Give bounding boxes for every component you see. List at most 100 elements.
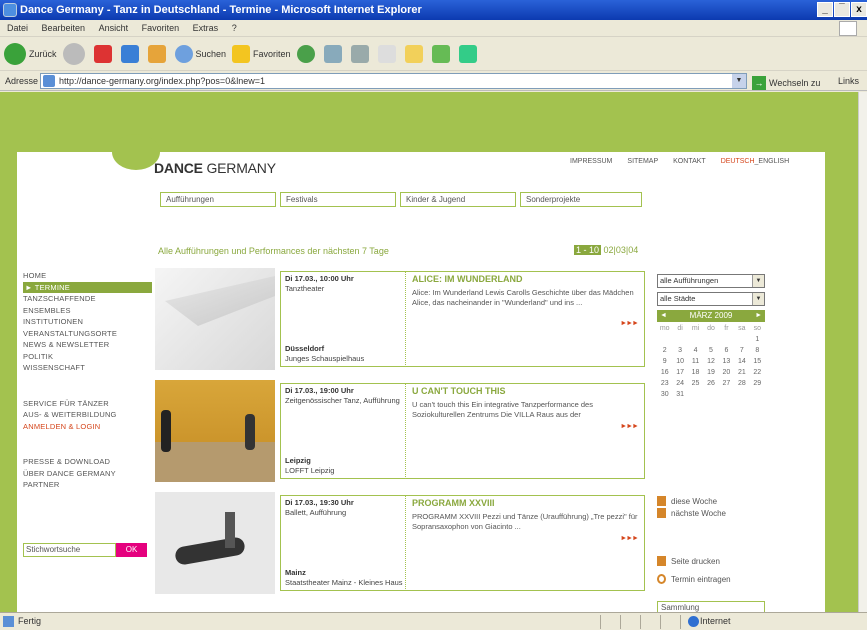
maximize-button[interactable]: ̅ xyxy=(834,2,850,17)
folder-button[interactable] xyxy=(404,44,426,63)
more-arrow-icon[interactable]: ►►► xyxy=(620,422,639,432)
collection-box[interactable]: Sammlung xyxy=(657,601,765,612)
calendar-prev-icon[interactable]: ◄ xyxy=(660,310,667,322)
nav-service[interactable]: SERVICE FÜR TÄNZER xyxy=(23,398,152,410)
calendar-day[interactable]: 16 xyxy=(657,367,672,378)
messenger-button[interactable] xyxy=(458,44,480,63)
calendar-day[interactable]: 20 xyxy=(719,367,734,378)
page-links[interactable]: 02|03|04 xyxy=(604,245,639,255)
calendar-day[interactable]: 27 xyxy=(719,378,734,389)
calendar-day[interactable]: 29 xyxy=(750,378,765,389)
calendar-day[interactable]: 31 xyxy=(672,389,687,400)
tab-festivals[interactable]: Festivals xyxy=(280,192,396,207)
event-venue[interactable]: Staatstheater Mainz - Kleines Haus xyxy=(285,578,403,587)
calendar-day[interactable]: 1 xyxy=(750,334,765,345)
link-impressum[interactable]: IMPRESSUM xyxy=(570,158,612,165)
nav-tanzschaffende[interactable]: TANZSCHAFFENDE xyxy=(23,293,152,305)
search-button[interactable]: Suchen xyxy=(174,44,226,63)
address-dropdown[interactable]: ▼ xyxy=(732,74,746,88)
calendar-day[interactable]: 19 xyxy=(703,367,718,378)
nav-institutionen[interactable]: INSTITUTIONEN xyxy=(23,316,152,328)
menu-ansicht[interactable]: Ansicht xyxy=(99,23,129,33)
nav-wissenschaft[interactable]: WISSENSCHAFT xyxy=(23,362,152,374)
calendar-day[interactable]: 12 xyxy=(703,356,718,367)
edit-button[interactable] xyxy=(377,44,399,63)
event-venue[interactable]: LOFFT Leipzig xyxy=(285,466,334,475)
nav-login[interactable]: ANMELDEN & LOGIN xyxy=(23,421,152,433)
calendar-day[interactable]: 3 xyxy=(672,345,687,356)
event-image[interactable] xyxy=(155,268,275,370)
nav-home[interactable]: HOME xyxy=(23,270,152,282)
calendar-day[interactable]: 26 xyxy=(703,378,718,389)
calendar-day[interactable]: 2 xyxy=(657,345,672,356)
event-title[interactable]: PROGRAMM XXVIII xyxy=(412,498,638,508)
calendar-day[interactable]: 24 xyxy=(672,378,687,389)
nav-partner[interactable]: PARTNER xyxy=(23,479,152,491)
link-next-week[interactable]: nächste Woche xyxy=(657,508,726,519)
calendar-day[interactable]: 5 xyxy=(703,345,718,356)
page-current[interactable]: 1 - 10 xyxy=(574,245,602,255)
nav-presse[interactable]: PRESSE & DOWNLOAD xyxy=(23,456,152,468)
nav-news[interactable]: NEWS & NEWSLETTER xyxy=(23,339,152,351)
calendar-day[interactable]: 30 xyxy=(657,389,672,400)
nav-ueber[interactable]: ÜBER DANCE GERMANY xyxy=(23,468,152,480)
type-filter-select[interactable]: alle Aufführungen ▼ xyxy=(657,274,765,288)
calendar-next-icon[interactable]: ► xyxy=(755,310,762,322)
event-card[interactable]: Di 17.03., 19:30 Uhr Ballett, Aufführung… xyxy=(155,492,645,594)
calendar-day[interactable]: 6 xyxy=(719,345,734,356)
calendar-day[interactable]: 14 xyxy=(734,356,749,367)
mail-button[interactable] xyxy=(323,44,345,63)
calendar-day[interactable]: 23 xyxy=(657,378,672,389)
event-title[interactable]: U CAN'T TOUCH THIS xyxy=(412,386,638,396)
go-button[interactable]: → Wechseln zu xyxy=(752,73,820,93)
menu-datei[interactable]: Datei xyxy=(7,23,28,33)
address-input[interactable]: http://dance-germany.org/index.php?pos=0… xyxy=(40,73,747,89)
home-button[interactable] xyxy=(147,44,169,63)
search-ok-button[interactable]: OK xyxy=(116,543,147,557)
nav-veranstaltungsorte[interactable]: VERANSTALTUNGSORTE xyxy=(23,328,152,340)
menu-bearbeiten[interactable]: Bearbeiten xyxy=(42,23,86,33)
link-kontakt[interactable]: KONTAKT xyxy=(673,158,706,165)
nav-termine[interactable]: ► TERMINE xyxy=(23,281,152,293)
research-button[interactable] xyxy=(431,44,453,63)
history-button[interactable] xyxy=(296,44,318,63)
add-event-link[interactable]: Termin eintragen xyxy=(657,574,731,585)
nav-ensembles[interactable]: ENSEMBLES xyxy=(23,305,152,317)
calendar-day[interactable]: 22 xyxy=(750,367,765,378)
more-arrow-icon[interactable]: ►►► xyxy=(620,534,639,544)
menu-help[interactable]: ? xyxy=(232,23,237,33)
calendar-day[interactable]: 11 xyxy=(688,356,703,367)
site-logo[interactable]: DANCE GERMANY xyxy=(154,160,276,176)
calendar-day[interactable]: 9 xyxy=(657,356,672,367)
lang-deutsch[interactable]: DEUTSCH xyxy=(721,158,755,165)
calendar-day[interactable]: 15 xyxy=(750,356,765,367)
print-button[interactable] xyxy=(350,44,372,63)
favorites-button[interactable]: Favoriten xyxy=(232,44,291,63)
calendar-day[interactable]: 17 xyxy=(672,367,687,378)
calendar-day[interactable]: 28 xyxy=(734,378,749,389)
event-image[interactable] xyxy=(155,380,275,482)
event-title[interactable]: ALICE: IM WUNDERLAND xyxy=(412,274,638,284)
nav-weiterbildung[interactable]: AUS- & WEITERBILDUNG xyxy=(23,409,152,421)
tab-kinder-jugend[interactable]: Kinder & Jugend xyxy=(400,192,516,207)
close-button[interactable]: x xyxy=(851,2,867,17)
event-card[interactable]: Di 17.03., 10:00 Uhr Tanztheater Düsseld… xyxy=(155,268,645,370)
tab-sonderprojekte[interactable]: Sonderprojekte xyxy=(520,192,642,207)
lang-english[interactable]: _ENGLISH xyxy=(755,158,790,165)
event-image[interactable] xyxy=(155,492,275,594)
calendar-day[interactable]: 25 xyxy=(688,378,703,389)
calendar-day[interactable]: 7 xyxy=(734,345,749,356)
tab-auffuehrungen[interactable]: Aufführungen xyxy=(160,192,276,207)
event-venue[interactable]: Junges Schauspielhaus xyxy=(285,354,364,363)
link-sitemap[interactable]: SITEMAP xyxy=(627,158,658,165)
back-button[interactable]: Zurück xyxy=(4,42,57,65)
more-arrow-icon[interactable]: ►►► xyxy=(620,319,639,329)
city-filter-select[interactable]: alle Städte ▼ xyxy=(657,292,765,306)
calendar-day[interactable]: 10 xyxy=(672,356,687,367)
links-button[interactable]: Links xyxy=(838,71,859,91)
search-input[interactable]: Stichwortsuche xyxy=(23,543,116,557)
vertical-scrollbar[interactable] xyxy=(858,92,867,612)
calendar-day[interactable]: 18 xyxy=(688,367,703,378)
link-this-week[interactable]: diese Woche xyxy=(657,496,717,507)
forward-button[interactable] xyxy=(62,42,88,65)
